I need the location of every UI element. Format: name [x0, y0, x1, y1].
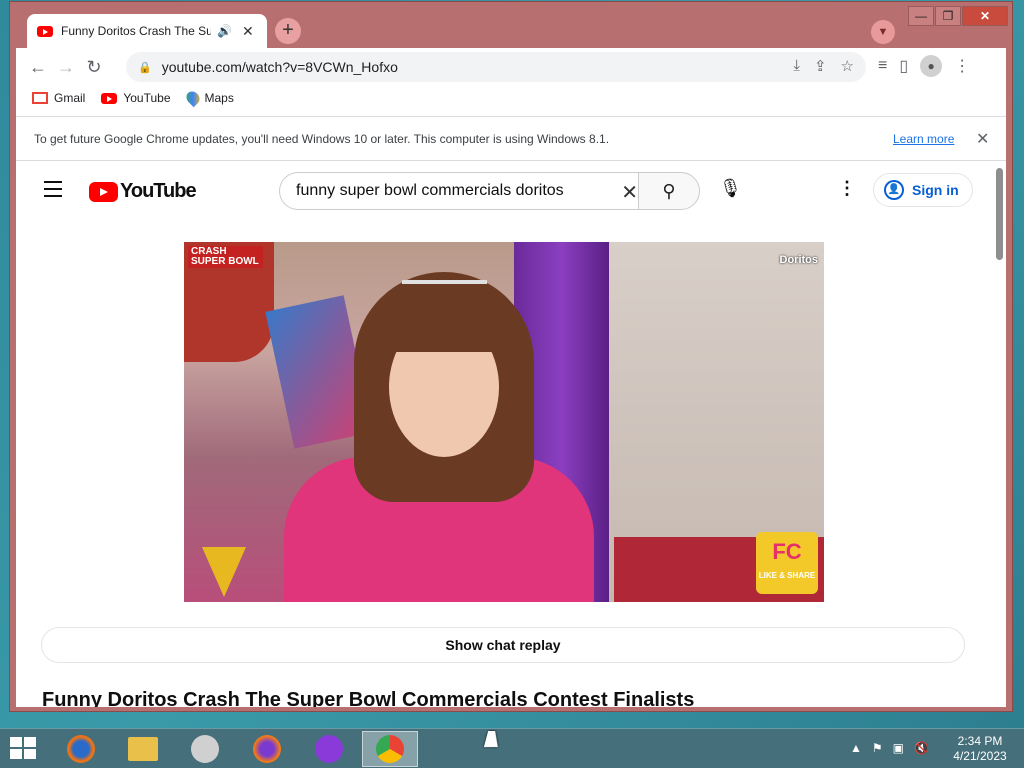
taskbar-file-explorer[interactable]	[115, 731, 171, 767]
profile-avatar[interactable]: ●	[920, 55, 943, 77]
bookmark-label: YouTube	[123, 91, 171, 105]
chrome-window: Funny Doritos Crash The Sup 🔊 ✕ + ▼ — ❐ …	[9, 1, 1013, 712]
search-button[interactable]: ⚲	[638, 172, 700, 210]
maps-icon	[183, 88, 202, 108]
search-icon: ⚲	[662, 180, 676, 201]
learn-more-link[interactable]: Learn more	[893, 132, 954, 146]
firefox-icon	[67, 735, 95, 763]
minimize-button[interactable]: —	[908, 6, 934, 26]
video-player[interactable]: CRASH SUPER BOWL Doritos FC LIKE & SHARE	[184, 242, 824, 602]
bookmark-star-icon[interactable]: ☆	[841, 57, 854, 75]
youtube-header: YouTube funny super bowl commercials dor…	[16, 162, 1006, 218]
fc-channel-badge: FC LIKE & SHARE	[756, 532, 818, 594]
youtube-icon	[101, 92, 118, 104]
reload-button[interactable]: ↻	[80, 53, 108, 81]
close-window-button[interactable]: ✕	[962, 6, 1008, 26]
tab-search-button[interactable]: ▼	[871, 20, 895, 44]
action-center-flag-icon[interactable]: ⚑	[872, 741, 883, 755]
infobar-message: To get future Google Chrome updates, you…	[34, 131, 610, 146]
forward-button[interactable]: →	[52, 53, 80, 81]
title-bar: Funny Doritos Crash The Sup 🔊 ✕ + ▼ — ❐ …	[10, 2, 1012, 48]
start-button[interactable]	[10, 737, 38, 761]
bookmark-youtube[interactable]: YouTube	[101, 91, 171, 105]
show-hidden-icons[interactable]: ▲	[850, 741, 862, 755]
sign-in-button[interactable]: 👤 Sign in	[873, 173, 973, 207]
youtube-logo[interactable]: YouTube	[89, 180, 197, 203]
microphone-icon[interactable]: 🎙	[719, 178, 742, 199]
taskbar: ▲ ⚑ ▣ 🔇 2:34 PM 4/21/2023	[0, 728, 1024, 768]
doritos-logo: Doritos	[779, 254, 819, 266]
browser-content: ← → ↻ 🔒 youtube.com/watch?v=8VCWn_Hofxo …	[16, 48, 1006, 707]
firefox-icon	[253, 735, 281, 763]
folder-icon	[128, 737, 158, 761]
taskbar-app-arrow[interactable]	[177, 731, 233, 767]
app-arrow-icon	[191, 735, 219, 763]
sign-in-label: Sign in	[912, 182, 959, 198]
show-chat-replay-button[interactable]: Show chat replay	[41, 627, 965, 663]
speaker-icon[interactable]: 🔊	[217, 24, 232, 38]
bookmark-gmail[interactable]: Gmail	[32, 91, 85, 105]
bookmarks-bar: Gmail YouTube Maps	[16, 86, 1006, 110]
menu-icon[interactable]	[44, 181, 62, 202]
network-icon[interactable]: ▣	[893, 741, 904, 755]
youtube-play-icon	[89, 181, 118, 202]
update-infobar: To get future Google Chrome updates, you…	[16, 116, 1006, 161]
settings-menu-icon[interactable]: ⋮	[838, 178, 856, 199]
new-tab-button[interactable]: +	[275, 18, 301, 44]
bookmark-label: Maps	[204, 91, 234, 105]
gmail-icon	[32, 92, 48, 104]
bookmark-maps[interactable]: Maps	[183, 88, 234, 108]
infobar-close-icon[interactable]: ✕	[976, 129, 989, 149]
page-scrollbar[interactable]	[994, 162, 1006, 707]
system-clock[interactable]: 2:34 PM 4/21/2023	[945, 734, 1015, 764]
search-query: funny super bowl commercials doritos	[296, 182, 564, 199]
crash-superbowl-badge: CRASH SUPER BOWL	[188, 246, 263, 268]
chrome-menu-icon[interactable]: ⋮	[954, 56, 970, 76]
back-button[interactable]: ←	[24, 53, 52, 81]
youtube-wordmark: YouTube	[120, 180, 197, 202]
taskbar-firefox-old[interactable]	[53, 731, 109, 767]
mask-icon	[315, 735, 343, 763]
chrome-icon	[376, 735, 404, 763]
tab-title: Funny Doritos Crash The Sup	[61, 24, 211, 38]
clock-date: 4/21/2023	[953, 749, 1007, 763]
search-input[interactable]: funny super bowl commercials doritos ✕	[279, 172, 652, 210]
video-title: Funny Doritos Crash The Super Bowl Comme…	[42, 689, 695, 707]
volume-muted-icon[interactable]: 🔇	[914, 741, 929, 755]
system-tray: ▲ ⚑ ▣ 🔇	[850, 741, 929, 755]
clear-search-icon[interactable]: ✕	[621, 180, 638, 205]
browser-tab[interactable]: Funny Doritos Crash The Sup 🔊 ✕	[27, 14, 267, 48]
dorito-chip-graphic	[202, 547, 246, 597]
url-text: youtube.com/watch?v=8VCWn_Hofxo	[161, 59, 398, 75]
share-icon[interactable]: ⇪	[814, 57, 827, 75]
taskbar-firefox[interactable]	[239, 731, 295, 767]
taskbar-chrome[interactable]	[362, 731, 418, 767]
side-panel-icon[interactable]: ▯	[899, 56, 908, 76]
clock-time: 2:34 PM	[957, 734, 1003, 748]
tab-close-icon[interactable]: ✕	[242, 23, 254, 40]
address-bar[interactable]: 🔒 youtube.com/watch?v=8VCWn_Hofxo ⤓ ⇪ ☆	[126, 52, 866, 82]
media-control-icon[interactable]: ≡	[878, 57, 887, 75]
maximize-button[interactable]: ❐	[935, 6, 961, 26]
taskbar-private-browser[interactable]	[301, 731, 357, 767]
lock-icon[interactable]: 🔒	[138, 61, 152, 74]
youtube-favicon-icon	[37, 25, 53, 37]
browser-toolbar: ← → ↻ 🔒 youtube.com/watch?v=8VCWn_Hofxo …	[16, 48, 1006, 86]
scrollbar-thumb[interactable]	[996, 168, 1003, 260]
account-icon: 👤	[884, 180, 904, 200]
install-icon[interactable]: ⤓	[793, 57, 800, 75]
bookmark-label: Gmail	[54, 91, 86, 105]
youtube-page: YouTube funny super bowl commercials dor…	[16, 162, 1006, 707]
